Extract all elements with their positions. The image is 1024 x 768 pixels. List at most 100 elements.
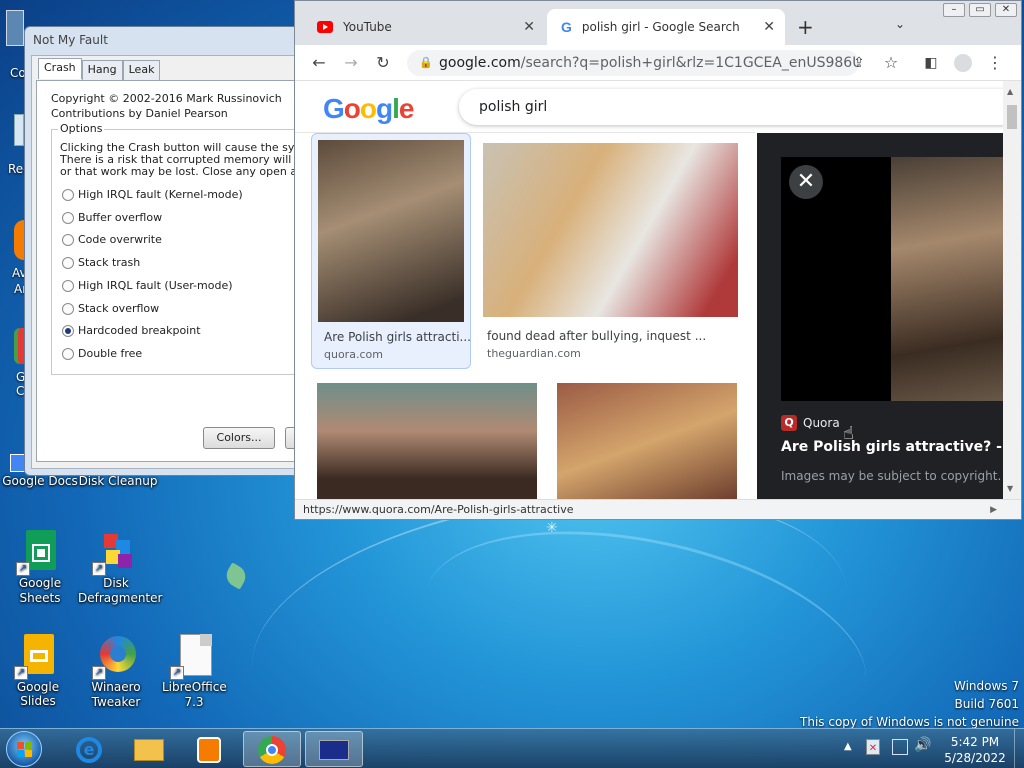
credits: Copyright © 2002-2016 Mark Russinovich C…: [51, 91, 282, 121]
desktop-icon-partial[interactable]: G C: [0, 324, 26, 404]
url-path: /search?q=polish+girl&rlz=1C1GCEA_enUS98…: [520, 55, 859, 71]
chrome-icon: [258, 736, 286, 764]
start-button[interactable]: [6, 731, 42, 767]
reload-icon[interactable]: ↻: [371, 51, 395, 75]
notmyfault-window[interactable]: Not My Fault Crash Hang Leak Copyright ©…: [24, 26, 315, 476]
desktop-icon-winaero-tweaker[interactable]: ↗ Winaero Tweaker: [78, 634, 154, 710]
desktop-icon-libreoffice[interactable]: ↗ LibreOffice 7.3: [156, 634, 232, 710]
radio-buffer-overflow[interactable]: Buffer overflow: [62, 211, 162, 224]
close-icon[interactable]: ✕: [789, 165, 823, 199]
search-input[interactable]: polish girl: [459, 89, 1003, 125]
radio-button[interactable]: [62, 256, 74, 269]
result-thumbnail[interactable]: [557, 383, 737, 499]
radio-button[interactable]: [62, 302, 74, 315]
radio-label: High IRQL fault (User-mode): [78, 279, 233, 292]
windows-watermark: Windows 7 Build 7601 This copy of Window…: [800, 677, 1019, 731]
address-bar[interactable]: 🔒 google.com/search?q=polish+girl&rlz=1C…: [407, 50, 859, 76]
logo-letter: o: [343, 93, 361, 124]
desktop-icon-google-sheets[interactable]: ↗ Google Sheets: [2, 530, 78, 606]
vertical-scrollbar[interactable]: ▲ ▼: [1003, 81, 1021, 499]
new-tab-button[interactable]: +: [797, 15, 814, 39]
google-logo[interactable]: Google: [323, 93, 414, 125]
network-icon[interactable]: [892, 739, 908, 755]
taskbar-notmyfault[interactable]: [305, 731, 363, 767]
radio-button[interactable]: [62, 347, 74, 360]
desktop-icon-partial[interactable]: Co: [0, 8, 26, 80]
image-result[interactable]: [317, 383, 537, 499]
preview-source[interactable]: Q Quora: [781, 415, 840, 431]
scrollbar-thumb[interactable]: [1007, 105, 1017, 129]
radio-button[interactable]: [62, 279, 74, 292]
image-result-selected[interactable]: Are Polish girls attracti... quora.com: [311, 133, 471, 369]
result-thumbnail[interactable]: [317, 383, 537, 499]
clock[interactable]: 5:42 PM 5/28/2022: [940, 734, 1010, 766]
bookmark-star-icon[interactable]: ☆: [879, 51, 903, 75]
clock-date: 5/28/2022: [944, 751, 1006, 765]
show-hidden-icons-icon[interactable]: ▲: [844, 741, 852, 752]
tab-google-search[interactable]: G polish girl - Google Search ✕: [547, 9, 785, 45]
close-tab-icon[interactable]: ✕: [763, 19, 775, 35]
desktop-icon-google-slides[interactable]: ↗ Google Slides: [0, 634, 76, 708]
result-title[interactable]: found dead after bullying, inquest ...: [487, 329, 706, 343]
wallpaper-leaf: [222, 562, 250, 590]
radio-double-free[interactable]: Double free: [62, 347, 142, 360]
forward-arrow-icon[interactable]: →: [339, 51, 363, 75]
radio-button[interactable]: [62, 233, 74, 246]
result-source: theguardian.com: [487, 347, 581, 360]
result-thumbnail[interactable]: [318, 140, 464, 322]
close-tab-icon[interactable]: ✕: [523, 19, 535, 35]
radio-stack-trash[interactable]: Stack trash: [62, 256, 140, 269]
taskbar-chrome[interactable]: [243, 731, 301, 767]
tab-search-chevron-icon[interactable]: ⌄: [895, 17, 905, 31]
close-window-button[interactable]: ✕: [995, 3, 1017, 17]
tab-crash[interactable]: Crash: [38, 58, 82, 79]
volume-icon[interactable]: 🔊: [914, 737, 931, 753]
shortcut-arrow-icon: ↗: [14, 666, 28, 680]
radio-high-irql-kernel[interactable]: High IRQL fault (Kernel-mode): [62, 188, 243, 201]
maximize-button[interactable]: ▭: [969, 3, 991, 17]
taskbar-internet-explorer[interactable]: e: [60, 731, 118, 767]
radio-button-selected[interactable]: [62, 324, 74, 337]
back-arrow-icon[interactable]: ←: [307, 51, 331, 75]
radio-code-overwrite[interactable]: Code overwrite: [62, 233, 162, 246]
radio-stack-overflow[interactable]: Stack overflow: [62, 302, 159, 315]
tab-leak[interactable]: Leak: [122, 60, 161, 81]
radio-hardcoded-breakpoint[interactable]: Hardcoded breakpoint: [62, 324, 201, 337]
taskbar-explorer[interactable]: [120, 731, 178, 767]
menu-kebab-icon[interactable]: ⋮: [983, 51, 1007, 75]
image-result[interactable]: [557, 383, 737, 499]
profile-avatar[interactable]: [951, 51, 975, 75]
desktop-icon-label: Google Sheets: [18, 576, 62, 605]
result-thumbnail[interactable]: [483, 143, 738, 317]
radio-high-irql-user[interactable]: High IRQL fault (User-mode): [62, 279, 233, 292]
desktop-icon-partial[interactable]: Av Ar: [0, 218, 28, 298]
result-source: quora.com: [324, 348, 383, 361]
watermark-line: Build 7601: [954, 697, 1019, 711]
desktop-icon-partial[interactable]: Rec: [0, 110, 30, 176]
colors-button[interactable]: Colors...: [203, 427, 275, 449]
desktop-icon-disk-defragmenter[interactable]: ↗ Disk Defragmenter: [78, 530, 163, 606]
minimize-button[interactable]: –: [943, 3, 965, 17]
radio-button[interactable]: [62, 188, 74, 201]
notmyfault-icon: [319, 740, 349, 760]
desktop-icon-label: Disk Cleanup: [78, 474, 158, 488]
action-center-icon[interactable]: ✕: [866, 739, 880, 755]
tab-hang[interactable]: Hang: [81, 60, 123, 81]
computer-icon: [6, 10, 24, 46]
scroll-right-icon[interactable]: ▶: [990, 500, 997, 520]
cursor-sparkle-icon: ✳: [546, 520, 558, 536]
scroll-up-icon[interactable]: ▲: [1007, 87, 1013, 96]
result-title[interactable]: Are Polish girls attracti...: [324, 330, 471, 344]
scroll-down-icon[interactable]: ▼: [1007, 484, 1013, 493]
share-icon[interactable]: ⇪: [847, 51, 871, 75]
taskbar-media-player[interactable]: [180, 731, 238, 767]
desktop-icon-label: Disk Defragmenter: [78, 576, 163, 605]
tab-youtube[interactable]: YouTube ✕: [303, 9, 545, 45]
side-panel-icon[interactable]: ◧: [919, 51, 943, 75]
radio-label: Double free: [78, 347, 143, 360]
chrome-window[interactable]: YouTube ✕ G polish girl - Google Search …: [294, 0, 1022, 520]
radio-button[interactable]: [62, 211, 74, 224]
preview-title[interactable]: Are Polish girls attractive? - Quo: [781, 439, 1003, 455]
show-desktop-button[interactable]: [1014, 729, 1024, 768]
image-result[interactable]: found dead after bullying, inquest ... t…: [483, 143, 739, 369]
